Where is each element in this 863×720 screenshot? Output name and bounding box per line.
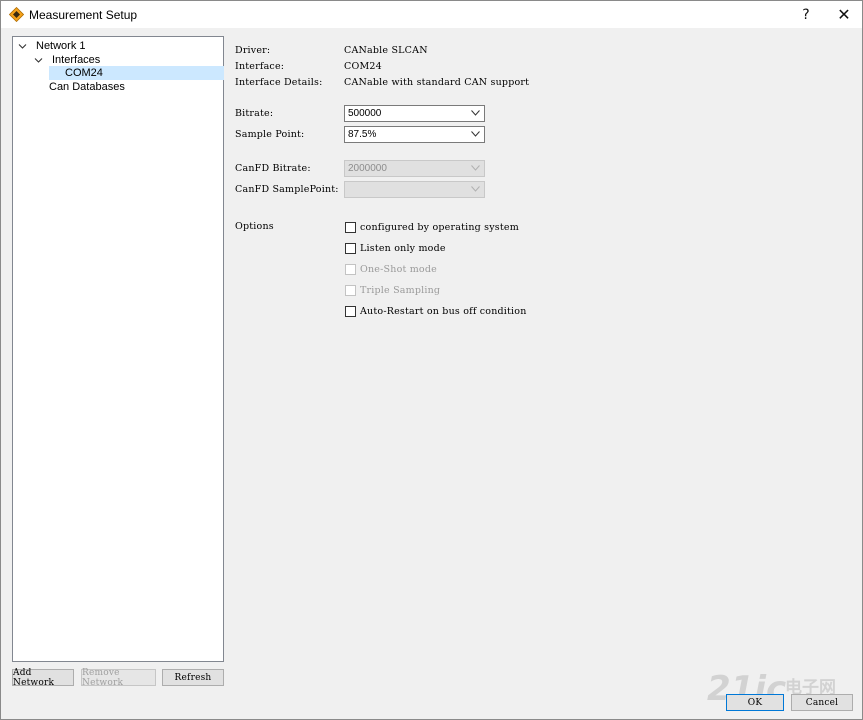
add-network-button[interactable]: Add Network bbox=[12, 668, 74, 688]
interface-value: COM24 bbox=[344, 61, 382, 72]
chevron-down-icon bbox=[471, 131, 480, 137]
bitrate-select[interactable]: 500000 bbox=[344, 105, 485, 122]
refresh-button[interactable]: Refresh bbox=[162, 669, 224, 686]
ok-button[interactable]: OK bbox=[726, 694, 784, 711]
option-label: configured by operating system bbox=[360, 222, 519, 233]
option-label: Listen only mode bbox=[360, 243, 446, 254]
canfd-sample-point-label: CanFD SamplePoint: bbox=[235, 184, 339, 195]
tree-item-label: Interfaces bbox=[52, 54, 101, 66]
chevron-down-icon bbox=[471, 110, 480, 116]
chevron-down-icon[interactable] bbox=[18, 42, 27, 51]
tree-item-label: Network 1 bbox=[36, 40, 86, 52]
option-one-shot: One-Shot mode bbox=[345, 264, 437, 275]
driver-label: Driver: bbox=[235, 45, 271, 56]
option-label: Auto-Restart on bus off condition bbox=[360, 306, 527, 317]
tree-item-interfaces[interactable]: Interfaces bbox=[34, 53, 100, 67]
bitrate-label: Bitrate: bbox=[235, 108, 274, 119]
interface-label: Interface: bbox=[235, 61, 285, 72]
option-label: Triple Sampling bbox=[360, 285, 441, 296]
tree-item-label: COM24 bbox=[65, 67, 103, 79]
tree-item-network[interactable]: Network 1 bbox=[18, 39, 86, 53]
driver-value: CANable SLCAN bbox=[344, 45, 428, 56]
chevron-down-icon bbox=[471, 165, 480, 171]
interface-details-value: CANable with standard CAN support bbox=[344, 77, 530, 88]
option-listen-only[interactable]: Listen only mode bbox=[345, 243, 446, 254]
canfd-bitrate-value: 2000000 bbox=[348, 163, 387, 174]
bitrate-value: 500000 bbox=[348, 108, 382, 119]
checkbox[interactable] bbox=[345, 306, 356, 317]
checkbox[interactable] bbox=[345, 243, 356, 254]
option-configured-by-os[interactable]: configured by operating system bbox=[345, 222, 519, 233]
option-label: One-Shot mode bbox=[360, 264, 437, 275]
checkbox bbox=[345, 264, 356, 275]
cancel-button[interactable]: Cancel bbox=[791, 694, 853, 711]
checkbox bbox=[345, 285, 356, 296]
app-logo-icon bbox=[8, 6, 25, 23]
close-button[interactable]: ✕ bbox=[827, 1, 861, 28]
remove-network-button: Remove Network bbox=[81, 668, 156, 688]
canfd-bitrate-select: 2000000 bbox=[344, 160, 485, 177]
window-title: Measurement Setup bbox=[29, 8, 138, 22]
option-auto-restart[interactable]: Auto-Restart on bus off condition bbox=[345, 306, 527, 317]
tree-item-label: Can Databases bbox=[49, 81, 125, 93]
chevron-down-icon bbox=[471, 186, 480, 192]
measurement-setup-dialog: Measurement Setup ? ✕ Network 1 Interfac… bbox=[0, 0, 863, 720]
canfd-bitrate-label: CanFD Bitrate: bbox=[235, 163, 311, 174]
option-triple-sampling: Triple Sampling bbox=[345, 285, 440, 296]
tree-item-com24[interactable]: COM24 bbox=[49, 66, 224, 80]
network-tree[interactable]: Network 1 Interfaces COM24 Can Databases bbox=[12, 36, 224, 662]
sample-point-label: Sample Point: bbox=[235, 129, 305, 140]
checkbox[interactable] bbox=[345, 222, 356, 233]
help-button[interactable]: ? bbox=[789, 1, 823, 28]
options-label: Options bbox=[235, 221, 274, 232]
tree-item-can-databases[interactable]: Can Databases bbox=[49, 80, 125, 94]
title-bar: Measurement Setup ? ✕ bbox=[1, 1, 862, 28]
sample-point-value: 87.5% bbox=[348, 129, 377, 140]
chevron-down-icon[interactable] bbox=[34, 56, 43, 65]
canfd-sample-point-select bbox=[344, 181, 485, 198]
sample-point-select[interactable]: 87.5% bbox=[344, 126, 485, 143]
interface-details-label: Interface Details: bbox=[235, 77, 323, 88]
